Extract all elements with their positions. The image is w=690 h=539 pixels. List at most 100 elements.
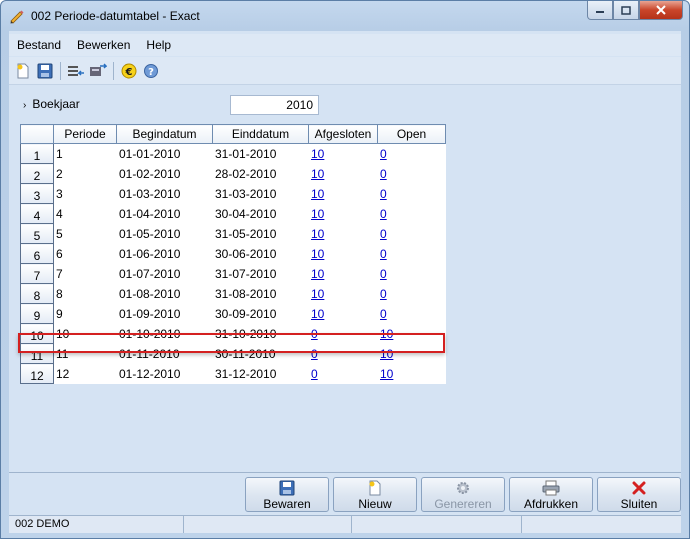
new-document-button[interactable] — [12, 60, 34, 82]
begindatum-cell[interactable]: 01-06-2010 — [116, 243, 213, 264]
open-link-text[interactable]: 0 — [380, 207, 387, 221]
afgesloten-link-text[interactable]: 10 — [311, 307, 324, 321]
afgesloten-link-text[interactable]: 10 — [311, 287, 324, 301]
menu-help[interactable]: Help — [138, 38, 179, 52]
afgesloten-link[interactable]: 10 — [308, 263, 378, 284]
open-link[interactable]: 0 — [377, 203, 446, 224]
einddatum-cell[interactable]: 28-02-2010 — [212, 163, 309, 184]
table-row[interactable]: 11 11 01-11-2010 30-11-2010 0 10 — [20, 343, 446, 364]
open-link-text[interactable]: 10 — [380, 367, 393, 381]
afgesloten-link[interactable]: 10 — [308, 203, 378, 224]
row-header[interactable]: 5 — [20, 223, 54, 244]
afgesloten-link-text[interactable]: 10 — [311, 247, 324, 261]
save-toolbar-button[interactable] — [34, 60, 56, 82]
afgesloten-link[interactable]: 10 — [308, 183, 378, 204]
col-begindatum[interactable]: Begindatum — [116, 124, 213, 144]
close-window-button[interactable] — [639, 1, 683, 20]
open-link[interactable]: 10 — [377, 323, 446, 344]
row-header[interactable]: 3 — [20, 183, 54, 204]
afgesloten-link[interactable]: 10 — [308, 303, 378, 324]
sluiten-button[interactable]: Sluiten — [597, 477, 681, 512]
begindatum-cell[interactable]: 01-07-2010 — [116, 263, 213, 284]
table-row[interactable]: 6 6 01-06-2010 30-06-2010 10 0 — [20, 243, 446, 264]
afgesloten-link-text[interactable]: 10 — [311, 267, 324, 281]
begindatum-cell[interactable]: 01-08-2010 — [116, 283, 213, 304]
periode-cell[interactable]: 9 — [53, 303, 117, 324]
open-link[interactable]: 0 — [377, 183, 446, 204]
afgesloten-link-text[interactable]: 0 — [311, 367, 318, 381]
open-link[interactable]: 0 — [377, 243, 446, 264]
open-link[interactable]: 0 — [377, 303, 446, 324]
open-link-text[interactable]: 0 — [380, 307, 387, 321]
einddatum-cell[interactable]: 31-12-2010 — [212, 363, 309, 384]
open-link-text[interactable]: 0 — [380, 167, 387, 181]
menu-bewerken[interactable]: Bewerken — [69, 38, 138, 52]
bewaren-button[interactable]: Bewaren — [245, 477, 329, 512]
afgesloten-link[interactable]: 0 — [308, 323, 378, 344]
row-header[interactable]: 8 — [20, 283, 54, 304]
afgesloten-link-text[interactable]: 10 — [311, 227, 324, 241]
afgesloten-link-text[interactable]: 10 — [311, 187, 324, 201]
periode-cell[interactable]: 11 — [53, 343, 117, 364]
table-row[interactable]: 8 8 01-08-2010 31-08-2010 10 0 — [20, 283, 446, 304]
row-header[interactable]: 7 — [20, 263, 54, 284]
afgesloten-link[interactable]: 0 — [308, 343, 378, 364]
euro-button[interactable]: € — [118, 60, 140, 82]
open-link[interactable]: 0 — [377, 143, 446, 164]
periode-cell[interactable]: 8 — [53, 283, 117, 304]
title-bar[interactable]: 002 Periode-datumtabel - Exact — [1, 1, 689, 31]
begindatum-cell[interactable]: 01-01-2010 — [116, 143, 213, 164]
afgesloten-link-text[interactable]: 10 — [311, 167, 324, 181]
table-row[interactable]: 5 5 01-05-2010 31-05-2010 10 0 — [20, 223, 446, 244]
periode-cell[interactable]: 10 — [53, 323, 117, 344]
col-open[interactable]: Open — [377, 124, 446, 144]
afgesloten-link[interactable]: 10 — [308, 143, 378, 164]
help-button[interactable]: ? — [140, 60, 162, 82]
table-row[interactable]: 9 9 01-09-2010 30-09-2010 10 0 — [20, 303, 446, 324]
einddatum-cell[interactable]: 31-08-2010 — [212, 283, 309, 304]
open-link-text[interactable]: 0 — [380, 227, 387, 241]
row-header[interactable]: 10 — [20, 323, 54, 344]
row-header[interactable]: 11 — [20, 343, 54, 364]
open-link[interactable]: 0 — [377, 163, 446, 184]
einddatum-cell[interactable]: 31-05-2010 — [212, 223, 309, 244]
row-header[interactable]: 4 — [20, 203, 54, 224]
periode-cell[interactable]: 7 — [53, 263, 117, 284]
open-link-text[interactable]: 10 — [380, 327, 393, 341]
open-link-text[interactable]: 0 — [380, 187, 387, 201]
genereren-button[interactable]: Genereren — [421, 477, 505, 512]
table-row[interactable]: 12 12 01-12-2010 31-12-2010 0 10 — [20, 363, 446, 384]
begindatum-cell[interactable]: 01-12-2010 — [116, 363, 213, 384]
begindatum-cell[interactable]: 01-09-2010 — [116, 303, 213, 324]
begindatum-cell[interactable]: 01-10-2010 — [116, 323, 213, 344]
begindatum-cell[interactable]: 01-04-2010 — [116, 203, 213, 224]
col-afgesloten[interactable]: Afgesloten — [308, 124, 378, 144]
open-link-text[interactable]: 0 — [380, 247, 387, 261]
afgesloten-link-text[interactable]: 0 — [311, 327, 318, 341]
row-header[interactable]: 6 — [20, 243, 54, 264]
table-row[interactable]: 1 1 01-01-2010 31-01-2010 10 0 — [20, 143, 446, 164]
table-row[interactable]: 3 3 01-03-2010 31-03-2010 10 0 — [20, 183, 446, 204]
col-periode[interactable]: Periode — [53, 124, 117, 144]
table-row[interactable]: 4 4 01-04-2010 30-04-2010 10 0 — [20, 203, 446, 224]
open-link[interactable]: 0 — [377, 263, 446, 284]
einddatum-cell[interactable]: 31-01-2010 — [212, 143, 309, 164]
afgesloten-link[interactable]: 10 — [308, 223, 378, 244]
begindatum-cell[interactable]: 01-11-2010 — [116, 343, 213, 364]
row-header[interactable]: 1 — [20, 143, 54, 164]
boekjaar-input[interactable]: 2010 — [230, 95, 319, 115]
maximize-button[interactable] — [613, 1, 639, 20]
minimize-button[interactable] — [587, 1, 613, 20]
corner-header[interactable] — [20, 124, 54, 144]
nieuw-button[interactable]: Nieuw — [333, 477, 417, 512]
row-header[interactable]: 12 — [20, 363, 54, 384]
menu-bestand[interactable]: Bestand — [9, 38, 69, 52]
afdrukken-button[interactable]: Afdrukken — [509, 477, 593, 512]
table-row[interactable]: 7 7 01-07-2010 31-07-2010 10 0 — [20, 263, 446, 284]
einddatum-cell[interactable]: 30-09-2010 — [212, 303, 309, 324]
afgesloten-link[interactable]: 10 — [308, 163, 378, 184]
col-einddatum[interactable]: Einddatum — [212, 124, 309, 144]
einddatum-cell[interactable]: 31-07-2010 — [212, 263, 309, 284]
table-row[interactable]: 2 2 01-02-2010 28-02-2010 10 0 — [20, 163, 446, 184]
periode-cell[interactable]: 3 — [53, 183, 117, 204]
